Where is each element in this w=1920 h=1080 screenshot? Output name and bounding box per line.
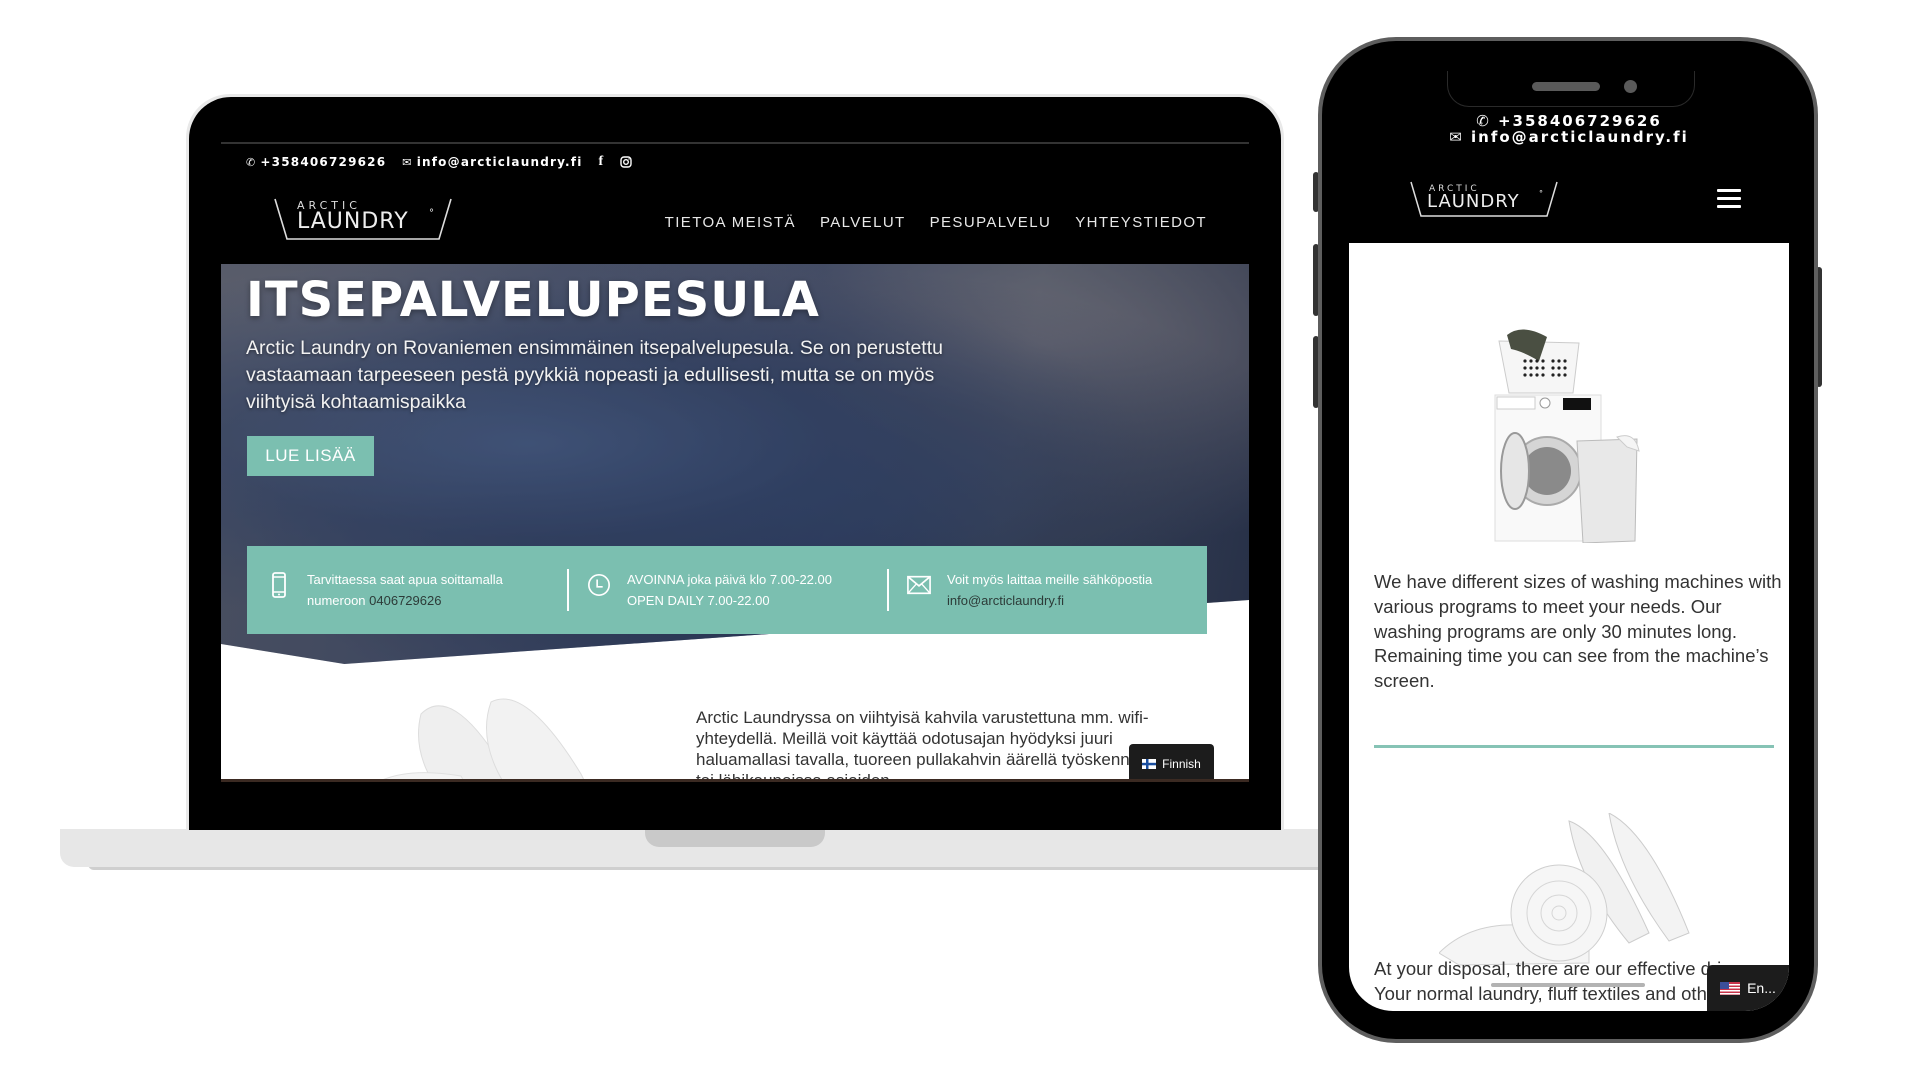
mobile-email-link[interactable]: ✉ info@arcticlaundry.fi <box>1349 129 1789 145</box>
arctic-laundry-logo[interactable]: ARCTIC LAUNDRY ° <box>273 196 453 242</box>
mobile-logo[interactable]: ARCTIC LAUNDRY ° <box>1409 179 1559 219</box>
phone-speaker <box>1532 82 1600 91</box>
logo-line2: LAUNDRY <box>297 209 409 234</box>
facebook-icon[interactable]: f <box>599 154 605 170</box>
instagram-icon[interactable] <box>620 156 633 168</box>
info-hours: AVOINNA joka päivä klo 7.00-22.00 OPEN D… <box>567 569 887 611</box>
us-flag-icon <box>1720 981 1741 995</box>
envelope-icon: ✉ <box>402 155 413 169</box>
info-call-prefix: numeroon <box>307 593 370 608</box>
phone-icon: ✆ <box>246 155 257 169</box>
mobile-email: info@arcticlaundry.fi <box>1471 128 1689 146</box>
clock-icon <box>587 569 611 601</box>
phone-mockup: ✆ +358406729626 ✉ info@arcticlaundry.fi … <box>1318 37 1818 1043</box>
phone-camera <box>1624 80 1637 93</box>
finland-flag-icon <box>1142 759 1157 769</box>
nav-tietoa-meista[interactable]: TIETOA MEISTÄ <box>665 214 796 231</box>
home-indicator <box>1491 983 1645 987</box>
info-hours-line2: OPEN DAILY 7.00-22.00 <box>627 593 770 608</box>
laptop-screen: ✆ +358406729626 ✉ info@arcticlaundry.fi … <box>221 142 1249 782</box>
info-call: Tarvittaessa saat apua soittamalla numer… <box>247 569 567 611</box>
nav-pesupalvelu[interactable]: PESUPALVELU <box>930 214 1052 231</box>
info-bar: Tarvittaessa saat apua soittamalla numer… <box>247 546 1207 634</box>
desktop-main-nav: TIETOA MEISTÄ PALVELUT PESUPALVELU YHTEY… <box>665 214 1207 231</box>
desktop-header: ARCTIC LAUNDRY ° TIETOA MEISTÄ PALVELUT … <box>221 180 1249 264</box>
phone-screen: ✆ +358406729626 ✉ info@arcticlaundry.fi … <box>1349 71 1789 1011</box>
info-email: Voit myös laittaa meille sähköpostia inf… <box>887 569 1207 611</box>
nav-palvelut[interactable]: PALVELUT <box>820 214 906 231</box>
mobile-phone-icon <box>267 569 291 601</box>
language-label: Finnish <box>1162 757 1201 771</box>
mobile-contact-bar: ✆ +358406729626 ✉ info@arcticlaundry.fi <box>1349 113 1789 145</box>
envelope-icon: ✉ <box>1449 128 1471 146</box>
mobile-language-switcher[interactable]: En... <box>1707 965 1789 1011</box>
section-divider <box>1374 745 1774 748</box>
mobile-language-label: En... <box>1747 980 1776 996</box>
logo-mark: ° <box>429 208 434 219</box>
topbar-email-link[interactable]: ✉ info@arcticlaundry.fi <box>402 155 582 169</box>
nav-yhteystiedot[interactable]: YHTEYSTIEDOT <box>1075 214 1207 231</box>
duvet-pillows-image <box>1439 813 1690 966</box>
hamburger-menu-icon[interactable] <box>1717 189 1741 208</box>
envelope-icon <box>907 569 931 601</box>
mobile-logo-mark: ° <box>1539 189 1543 198</box>
mobile-phone-link[interactable]: ✆ +358406729626 <box>1349 113 1789 129</box>
mobile-logo-line2: LAUNDRY <box>1427 191 1520 212</box>
hero-description: Arctic Laundry on Rovaniemen ensimmäinen… <box>246 337 943 413</box>
screen-bottom-edge <box>221 779 1249 782</box>
mobile-content: We have different sizes of washing machi… <box>1349 243 1789 1011</box>
desktop-top-bar: ✆ +358406729626 ✉ info@arcticlaundry.fi … <box>221 144 1249 180</box>
hero-title: ITSEPALVELUPESULA <box>246 272 820 328</box>
pillows-image <box>376 698 586 782</box>
topbar-phone-link[interactable]: ✆ +358406729626 <box>246 155 386 169</box>
laptop-bezel: ✆ +358406729626 ✉ info@arcticlaundry.fi … <box>189 97 1281 830</box>
phone-notch <box>1447 71 1695 107</box>
read-more-button[interactable]: LUE LISÄÄ <box>247 436 374 476</box>
info-email-line1: Voit myös laittaa meille sähköpostia <box>947 572 1153 587</box>
phone-bezel: ✆ +358406729626 ✉ info@arcticlaundry.fi … <box>1322 41 1814 1039</box>
info-email-address[interactable]: info@arcticlaundry.fi <box>947 590 1152 611</box>
topbar-phone: +358406729626 <box>260 155 387 169</box>
washing-machine-image <box>1494 329 1640 543</box>
cafe-description: Arctic Laundryssa on viihtyisä kahvila v… <box>696 708 1166 782</box>
laptop-mockup: ✆ +358406729626 ✉ info@arcticlaundry.fi … <box>186 94 1284 830</box>
washing-machines-text: We have different sizes of washing machi… <box>1374 571 1782 692</box>
language-switcher[interactable]: Finnish <box>1129 744 1214 782</box>
topbar-email: info@arcticlaundry.fi <box>416 155 583 169</box>
info-call-line1: Tarvittaessa saat apua soittamalla <box>307 572 503 587</box>
laptop-notch <box>645 829 825 847</box>
info-call-number[interactable]: 0406729626 <box>369 593 441 608</box>
info-hours-line1: AVOINNA joka päivä klo 7.00-22.00 <box>627 572 832 587</box>
